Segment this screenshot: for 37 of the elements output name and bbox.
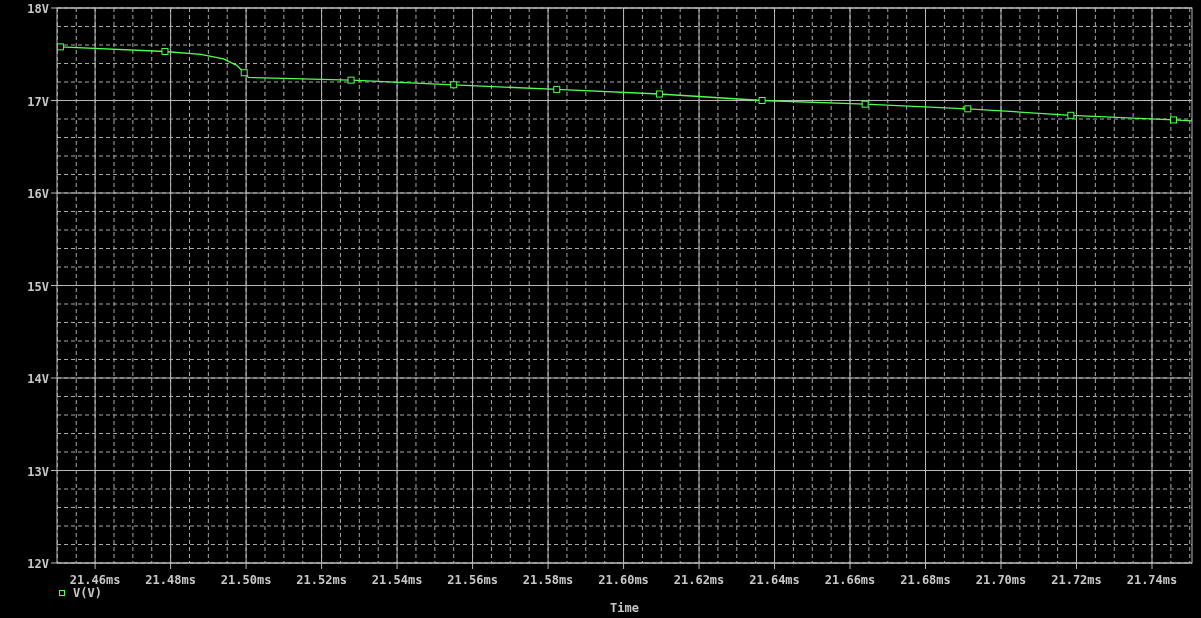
axis-tick-label: 21.56ms bbox=[447, 573, 498, 587]
axis-tick-label: 21.70ms bbox=[975, 573, 1027, 587]
axis-title: Time bbox=[610, 601, 639, 615]
legend-marker-icon bbox=[59, 590, 65, 596]
data-point-marker bbox=[56, 43, 64, 51]
data-point-marker bbox=[240, 69, 248, 77]
axis-tick-label: 13V bbox=[27, 464, 49, 479]
data-point-marker bbox=[655, 90, 663, 98]
axis-tick-label: 21.46ms bbox=[69, 573, 121, 587]
axis-tick-label: 21.68ms bbox=[900, 573, 951, 587]
axis-tick-label: 21.72ms bbox=[1051, 573, 1102, 587]
data-point-marker bbox=[347, 76, 355, 84]
axis-tick-label: 21.52ms bbox=[296, 573, 347, 587]
data-point-marker bbox=[553, 85, 561, 93]
axis-tick-label: 21.62ms bbox=[673, 573, 725, 587]
axis-tick-label: 21.74ms bbox=[1126, 573, 1178, 587]
axis-tick-label: 21.50ms bbox=[220, 573, 272, 587]
data-point-marker bbox=[1067, 111, 1075, 119]
legend-label[interactable]: V(V) bbox=[73, 586, 102, 600]
data-point-marker bbox=[964, 105, 972, 113]
axis-tick-label: 21.60ms bbox=[598, 573, 649, 587]
axis-tick-label: 21.48ms bbox=[145, 573, 196, 587]
axis-tick-label: 17V bbox=[27, 94, 49, 109]
axis-tick-label: 18V bbox=[27, 2, 49, 16]
axis-tick-label: 12V bbox=[27, 557, 49, 571]
data-point-marker bbox=[758, 97, 766, 104]
axis-tick-label: 21.58ms bbox=[522, 573, 574, 587]
axis-tick-label: 14V bbox=[27, 372, 49, 386]
data-point-marker bbox=[450, 81, 458, 89]
axis-tick-label: 21.54ms bbox=[371, 573, 423, 587]
data-point-marker bbox=[1170, 116, 1177, 124]
data-point-marker bbox=[861, 100, 869, 108]
axis-tick-label: 15V bbox=[27, 279, 49, 294]
axis-tick-label: 21.66ms bbox=[824, 573, 876, 587]
axis-tick-label: 16V bbox=[27, 187, 49, 201]
axis-tick-label: 21.64ms bbox=[749, 573, 800, 587]
data-point-marker bbox=[161, 48, 169, 55]
